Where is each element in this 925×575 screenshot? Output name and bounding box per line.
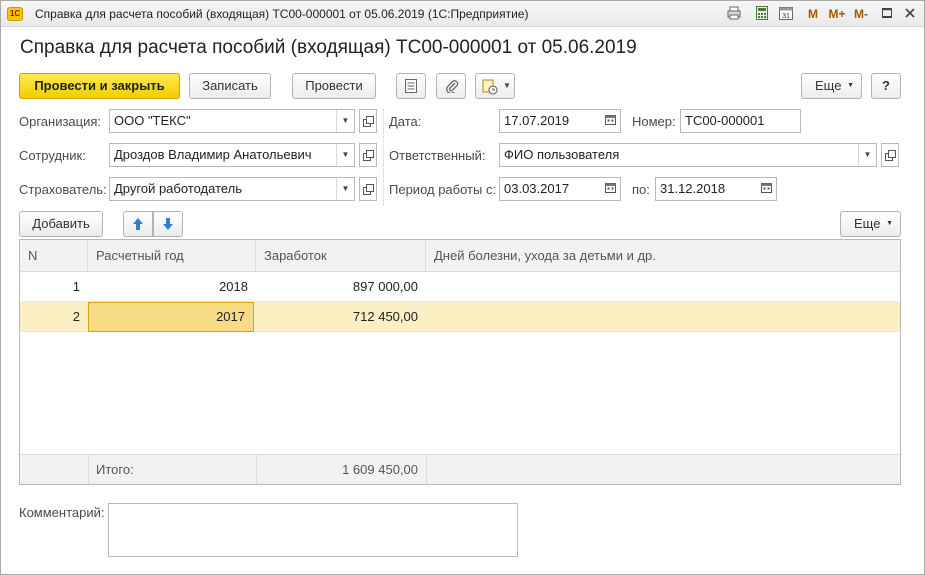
post-button[interactable]: Провести <box>292 73 376 99</box>
responsible-value: ФИО пользователя <box>504 147 620 162</box>
1c-logo-icon: 1С <box>7 7 23 21</box>
save-button[interactable]: Записать <box>189 73 271 99</box>
table-row-selected[interactable]: 2 2017 712 450,00 <box>20 302 900 332</box>
insurer-value: Другой работодатель <box>114 181 243 196</box>
window-title: Справка для расчета пособий (входящая) Т… <box>35 7 529 21</box>
chevron-down-icon: ▼ <box>886 220 893 227</box>
responsible-field[interactable]: ФИО пользователя ▼ <box>499 143 877 167</box>
row-number: 2 <box>72 309 80 324</box>
app-window: 1С Справка для расчета пособий (входящая… <box>0 0 925 575</box>
number-label: Номер: <box>632 114 676 129</box>
employee-label: Сотрудник: <box>19 148 86 163</box>
calendar-icon[interactable] <box>600 178 620 200</box>
date-value: 17.07.2019 <box>504 113 570 128</box>
responsible-label: Ответственный: <box>389 148 486 163</box>
column-header-days[interactable]: Дней болезни, ухода за детьми и др. <box>426 240 900 272</box>
insurer-open-button[interactable] <box>359 177 377 201</box>
comment-label: Комментарий: <box>19 505 105 520</box>
add-row-button[interactable]: Добавить <box>19 211 103 237</box>
employee-open-button[interactable] <box>359 143 377 167</box>
period-from-field[interactable]: 03.03.2017 <box>499 177 621 201</box>
report-button[interactable] <box>396 73 426 99</box>
calendar-icon[interactable] <box>756 178 776 200</box>
organization-open-button[interactable] <box>359 109 377 133</box>
paperclip-icon <box>446 80 459 93</box>
post-and-close-button[interactable]: Провести и закрыть <box>19 73 180 99</box>
row-number: 1 <box>72 279 80 294</box>
create-based-on-icon <box>482 79 498 95</box>
print-icon[interactable] <box>727 6 741 22</box>
create-based-on-button[interactable]: ▼ <box>475 73 515 99</box>
memory-m-button[interactable]: M <box>806 6 820 22</box>
row-days[interactable] <box>426 272 900 302</box>
more-button-label: Еще <box>815 78 842 93</box>
employee-field[interactable]: Дроздов Владимир Анатольевич ▼ <box>109 143 355 167</box>
number-field[interactable]: ТС00-000001 <box>680 109 801 133</box>
insurer-label: Страхователь: <box>19 182 107 197</box>
period-from-label: Период работы с: <box>389 182 497 197</box>
row-earnings[interactable]: 712 450,00 <box>256 302 426 332</box>
table-more-button[interactable]: Еще ▼ <box>840 211 901 237</box>
calendar-icon[interactable] <box>600 110 620 132</box>
maximize-icon[interactable] <box>881 6 893 22</box>
table-row[interactable]: 1 2018 897 000,00 <box>20 272 900 302</box>
employee-value: Дроздов Владимир Анатольевич <box>114 147 312 162</box>
total-label: Итого: <box>96 462 134 477</box>
period-to-field[interactable]: 31.12.2018 <box>655 177 777 201</box>
insurer-field[interactable]: Другой работодатель ▼ <box>109 177 355 201</box>
total-value: 1 609 450,00 <box>342 462 418 477</box>
close-icon[interactable] <box>904 6 916 22</box>
column-header-earnings[interactable]: Заработок <box>256 240 426 272</box>
organization-label: Организация: <box>19 114 102 129</box>
row-year-active-cell[interactable]: 2017 <box>88 302 254 332</box>
period-to-value: 31.12.2018 <box>660 181 726 196</box>
arrow-down-icon <box>163 218 173 230</box>
table-more-label: Еще <box>854 216 881 231</box>
column-separator <box>383 109 384 205</box>
open-icon <box>885 150 896 161</box>
memory-plus-button[interactable]: M+ <box>827 6 847 22</box>
chevron-down-icon[interactable]: ▼ <box>336 144 354 166</box>
chevron-down-icon[interactable]: ▼ <box>336 110 354 132</box>
svg-text:31: 31 <box>782 13 790 20</box>
chevron-down-icon[interactable]: ▼ <box>336 178 354 200</box>
comment-field[interactable] <box>108 503 518 557</box>
title-bar: 1С Справка для расчета пособий (входящая… <box>1 1 924 27</box>
date-field[interactable]: 17.07.2019 <box>499 109 621 133</box>
organization-field[interactable]: ООО "ТЕКС" ▼ <box>109 109 355 133</box>
organization-value: ООО "ТЕКС" <box>114 113 191 128</box>
move-down-button[interactable] <box>153 211 183 237</box>
move-up-button[interactable] <box>123 211 153 237</box>
report-icon <box>405 79 417 93</box>
period-from-value: 03.03.2017 <box>504 181 570 196</box>
calculator-icon[interactable] <box>755 6 769 22</box>
row-earnings[interactable]: 897 000,00 <box>256 272 426 302</box>
earnings-table[interactable]: N Расчетный год Заработок Дней болезни, … <box>19 239 901 485</box>
chevron-down-icon: ▼ <box>847 82 854 89</box>
column-header-year[interactable]: Расчетный год <box>88 240 256 272</box>
memory-minus-button[interactable]: M- <box>852 6 870 22</box>
calendar-icon[interactable]: 31 <box>778 6 794 22</box>
row-days[interactable] <box>426 302 900 332</box>
attach-button[interactable] <box>436 73 466 99</box>
column-header-n[interactable]: N <box>20 240 88 272</box>
help-button[interactable]: ? <box>871 73 901 99</box>
arrow-up-icon <box>133 218 143 230</box>
table-footer: Итого: 1 609 450,00 <box>20 454 900 484</box>
date-label: Дата: <box>389 114 422 129</box>
open-icon <box>363 150 374 161</box>
table-header: N Расчетный год Заработок Дней болезни, … <box>20 240 900 272</box>
row-year[interactable]: 2018 <box>88 272 256 302</box>
chevron-down-icon: ▼ <box>503 81 511 90</box>
responsible-open-button[interactable] <box>881 143 899 167</box>
page-title: Справка для расчета пособий (входящая) Т… <box>20 37 637 58</box>
more-button[interactable]: Еще ▼ <box>801 73 862 99</box>
chevron-down-icon[interactable]: ▼ <box>858 144 876 166</box>
open-icon <box>363 116 374 127</box>
period-to-label: по: <box>632 182 650 197</box>
open-icon <box>363 184 374 195</box>
